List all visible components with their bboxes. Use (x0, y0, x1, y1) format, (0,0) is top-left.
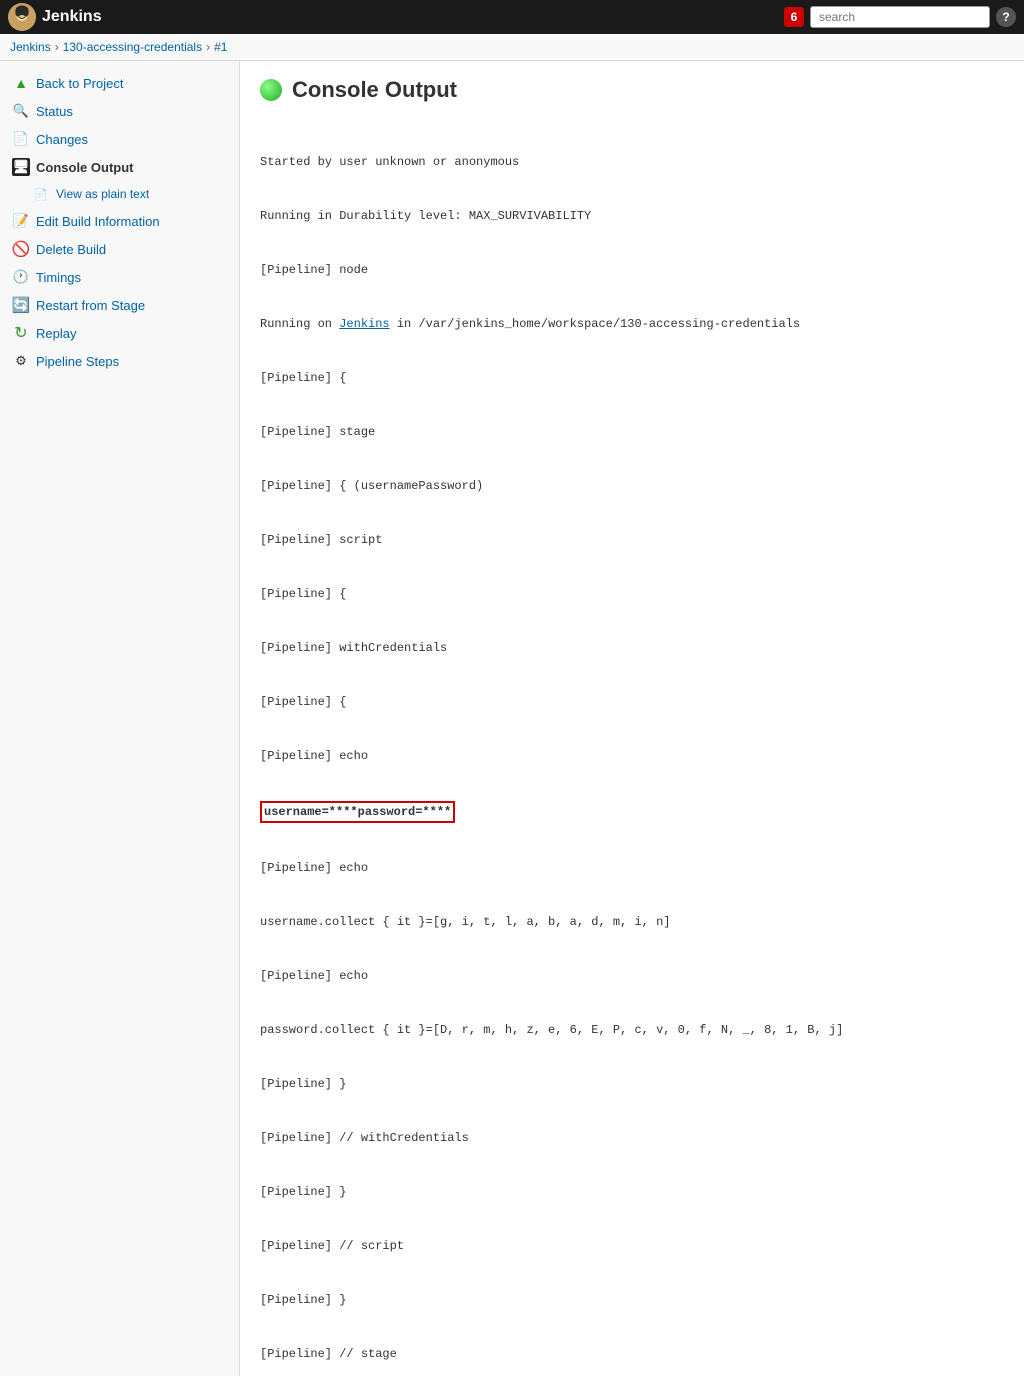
topbar: Jenkins 6 ? (0, 0, 1024, 34)
console-line: [Pipeline] // withCredentials (260, 1129, 1004, 1147)
console-line: [Pipeline] node (260, 261, 1004, 279)
page-heading: Console Output (260, 77, 1004, 103)
console-line: [Pipeline] } (260, 1183, 1004, 1201)
edit-icon: 📝 (12, 212, 30, 230)
plain-text-icon: 📄 (32, 185, 50, 203)
back-icon: ▲ (12, 74, 30, 92)
search-input[interactable] (810, 6, 990, 28)
console-output: Started by user unknown or anonymous Run… (260, 117, 1004, 1376)
sidebar-label-delete: Delete Build (36, 242, 106, 257)
sidebar-item-timings[interactable]: 🕐 Timings (0, 263, 239, 291)
console-line: [Pipeline] } (260, 1291, 1004, 1309)
sidebar-item-back-to-project[interactable]: ▲ Back to Project (0, 69, 239, 97)
console-line: Started by user unknown or anonymous (260, 153, 1004, 171)
restart-icon: 🔄 (12, 296, 30, 314)
topbar-right: 6 ? (784, 6, 1016, 28)
console-line: [Pipeline] { (260, 585, 1004, 603)
content-area: Console Output Started by user unknown o… (240, 61, 1024, 1376)
breadcrumb-sep1: › (55, 40, 59, 54)
console-line: Running in Durability level: MAX_SURVIVA… (260, 207, 1004, 225)
console-line: [Pipeline] echo (260, 859, 1004, 877)
breadcrumb: Jenkins › 130-accessing-credentials › #1 (0, 34, 1024, 61)
console-line: password.collect { it }=[D, r, m, h, z, … (260, 1021, 1004, 1039)
console-line: Running on Jenkins in /var/jenkins_home/… (260, 315, 1004, 333)
sidebar-label-changes: Changes (36, 132, 88, 147)
sidebar-label-timings: Timings (36, 270, 81, 285)
console-line: [Pipeline] echo (260, 967, 1004, 985)
console-line: [Pipeline] // script (260, 1237, 1004, 1255)
sidebar-item-edit-build-info[interactable]: 📝 Edit Build Information (0, 207, 239, 235)
console-line-highlighted: username=****password=**** (260, 801, 1004, 823)
console-line: [Pipeline] echo (260, 747, 1004, 765)
pipeline-icon: ⚙ (12, 352, 30, 370)
help-button[interactable]: ? (996, 7, 1016, 27)
delete-icon: 🚫 (12, 240, 30, 258)
console-line: username.collect { it }=[g, i, t, l, a, … (260, 913, 1004, 931)
sidebar-label-restart: Restart from Stage (36, 298, 145, 313)
replay-icon: ↻ (12, 324, 30, 342)
console-line: [Pipeline] } (260, 1075, 1004, 1093)
sidebar-label-back: Back to Project (36, 76, 123, 91)
main-layout: ▲ Back to Project 🔍 Status 📄 Changes 🖥 C… (0, 61, 1024, 1376)
sidebar-item-pipeline-steps[interactable]: ⚙ Pipeline Steps (0, 347, 239, 375)
sidebar-label-edit: Edit Build Information (36, 214, 160, 229)
notification-badge[interactable]: 6 (784, 7, 804, 27)
sidebar-item-status[interactable]: 🔍 Status (0, 97, 239, 125)
sidebar-label-replay: Replay (36, 326, 76, 341)
sidebar-label-plain-text: View as plain text (56, 187, 149, 201)
sidebar-item-view-plain-text[interactable]: 📄 View as plain text (0, 181, 239, 207)
console-line: [Pipeline] { (260, 369, 1004, 387)
page-title: Console Output (292, 77, 457, 103)
highlighted-credentials-1: username=****password=**** (260, 801, 455, 823)
jenkins-avatar (8, 3, 36, 31)
console-line: [Pipeline] withCredentials (260, 639, 1004, 657)
console-line: [Pipeline] { (usernamePassword) (260, 477, 1004, 495)
jenkins-link[interactable]: Jenkins (339, 317, 389, 331)
changes-icon: 📄 (12, 130, 30, 148)
sidebar-item-restart-from-stage[interactable]: 🔄 Restart from Stage (0, 291, 239, 319)
sidebar-label-console: Console Output (36, 160, 134, 175)
jenkins-title: Jenkins (42, 8, 102, 26)
console-line: [Pipeline] script (260, 531, 1004, 549)
sidebar-label-pipeline: Pipeline Steps (36, 354, 119, 369)
breadcrumb-jenkins[interactable]: Jenkins (10, 40, 51, 54)
jenkins-logo[interactable]: Jenkins (8, 3, 102, 31)
breadcrumb-build[interactable]: #1 (214, 40, 227, 54)
sidebar-item-replay[interactable]: ↻ Replay (0, 319, 239, 347)
status-orb (260, 79, 282, 101)
topbar-left: Jenkins (8, 3, 102, 31)
console-line: [Pipeline] stage (260, 423, 1004, 441)
sidebar-item-console-output[interactable]: 🖥 Console Output (0, 153, 239, 181)
sidebar: ▲ Back to Project 🔍 Status 📄 Changes 🖥 C… (0, 61, 240, 1376)
console-icon: 🖥 (12, 158, 30, 176)
sidebar-label-status: Status (36, 104, 73, 119)
sidebar-item-changes[interactable]: 📄 Changes (0, 125, 239, 153)
breadcrumb-sep2: › (206, 40, 210, 54)
timings-icon: 🕐 (12, 268, 30, 286)
console-line: [Pipeline] // stage (260, 1345, 1004, 1363)
status-icon: 🔍 (12, 102, 30, 120)
console-line: [Pipeline] { (260, 693, 1004, 711)
sidebar-item-delete-build[interactable]: 🚫 Delete Build (0, 235, 239, 263)
breadcrumb-job[interactable]: 130-accessing-credentials (63, 40, 202, 54)
